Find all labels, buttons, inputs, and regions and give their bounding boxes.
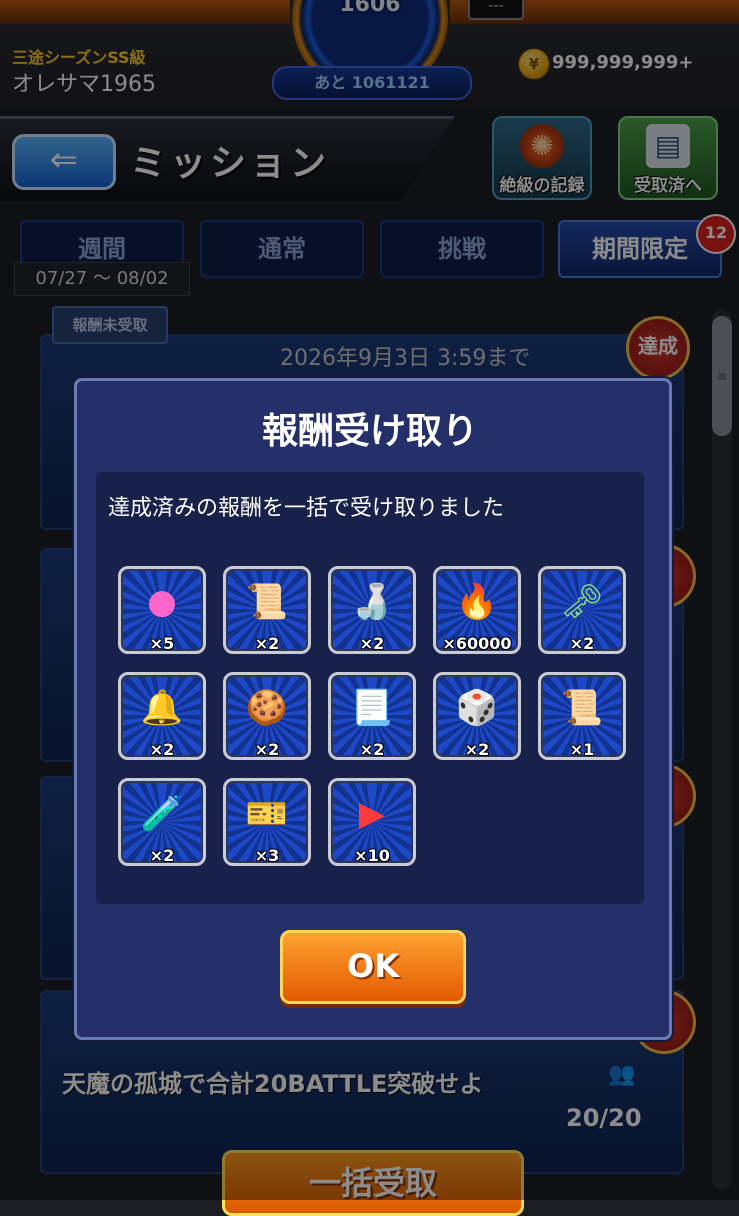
reward-quantity: ×2 (359, 740, 385, 759)
golden-bell-icon: 🔔 (140, 688, 184, 728)
reward-quantity: ×2 (254, 634, 280, 653)
blue-flame-icon: 🔥 (455, 582, 499, 622)
reward-quantity: ×5 (149, 634, 175, 653)
dice-cube-icon: 🎲 (455, 688, 499, 728)
rainbow-orb-icon: ● (147, 582, 177, 622)
reward-item: ▶ ×10 (328, 778, 416, 866)
reward-item: 📃 ×2 (328, 672, 416, 760)
reward-item: 🍶 ×2 (328, 566, 416, 654)
teal-scroll-icon: 📜 (560, 688, 604, 728)
reward-quantity: ×2 (464, 740, 490, 759)
green-key-icon: 🗝 (560, 582, 604, 622)
reward-quantity: ×2 (149, 740, 175, 759)
reward-quantity: ×2 (254, 740, 280, 759)
reward-item: 🍪 ×2 (223, 672, 311, 760)
reward-item: 🗝 ×2 (538, 566, 626, 654)
reward-quantity: ×3 (254, 846, 280, 865)
reward-item: 🎲 ×2 (433, 672, 521, 760)
reward-item: 🎫 ×3 (223, 778, 311, 866)
red-crest-scroll-icon: 📃 (350, 688, 394, 728)
reward-item: ● ×5 (118, 566, 206, 654)
reward-item: 📜 ×2 (223, 566, 311, 654)
ticket-icon: 🎫 (245, 794, 289, 834)
dialog-message: 達成済みの報酬を一括で受け取りました (108, 496, 505, 521)
reward-item: 📜 ×1 (538, 672, 626, 760)
reward-quantity: ×1 (569, 740, 595, 759)
reward-quantity: ×2 (359, 634, 385, 653)
ok-button[interactable]: OK (280, 930, 466, 1004)
cookie-medal-icon: 🍪 (245, 688, 289, 728)
skip-ticket-icon: ▶ (358, 794, 386, 834)
green-bottle-icon: 🍶 (350, 582, 394, 622)
red-scroll-icon: 📜 (245, 582, 289, 622)
reward-item: 🔥 ×60000 (433, 566, 521, 654)
blue-el-bottle-icon: 🧪 (140, 794, 184, 834)
reward-quantity: ×10 (354, 846, 390, 865)
reward-quantity: ×2 (569, 634, 595, 653)
dialog-title: 報酬受け取り (261, 411, 478, 452)
reward-item: 🔔 ×2 (118, 672, 206, 760)
reward-item: 🧪 ×2 (118, 778, 206, 866)
reward-quantity: ×60000 (442, 634, 512, 653)
reward-quantity: ×2 (149, 846, 175, 865)
